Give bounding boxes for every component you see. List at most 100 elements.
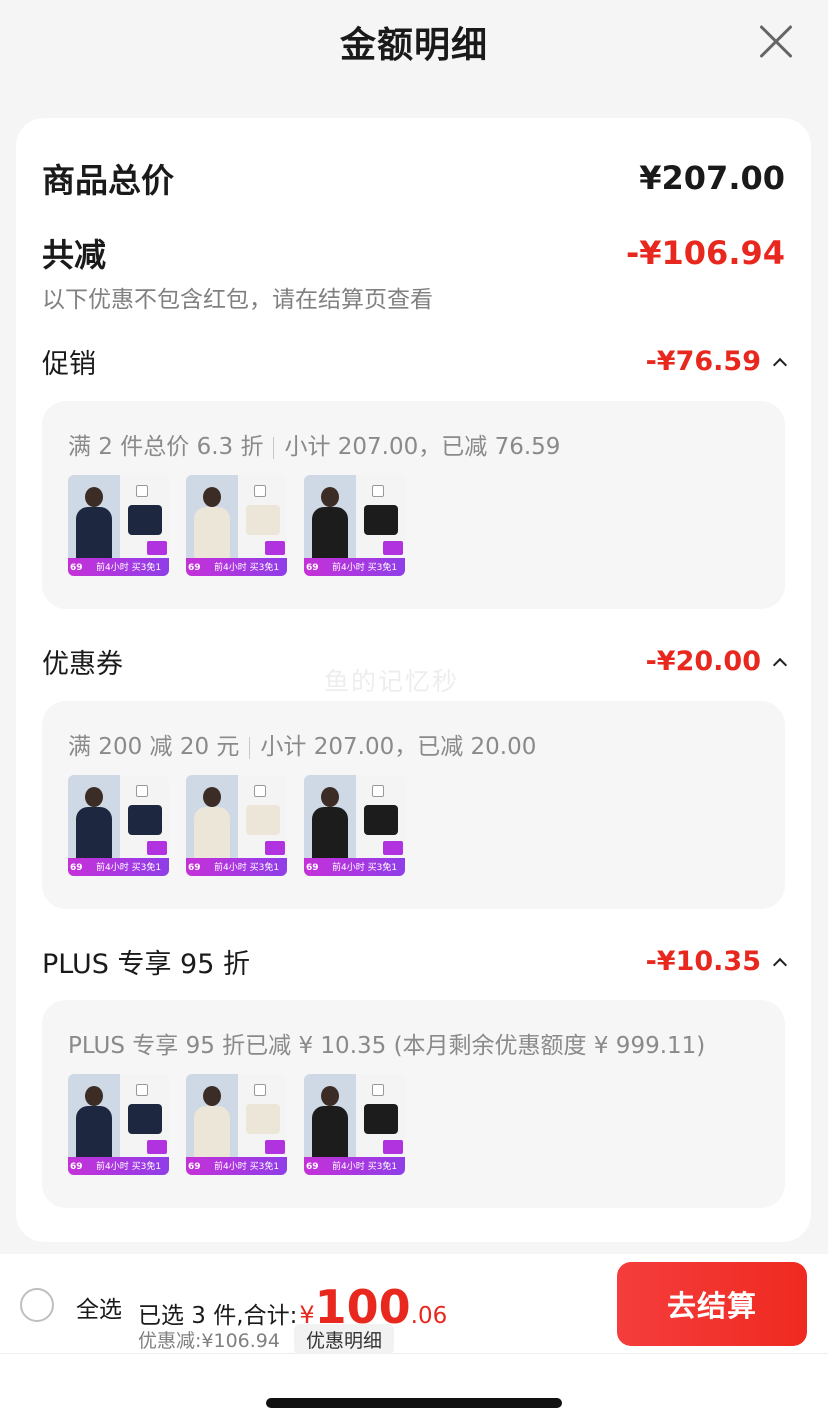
detail-subtotal: 小计 207.00，已减 76.59: [284, 434, 561, 460]
shirt-image: [128, 505, 162, 535]
shirt-image: [364, 805, 398, 835]
model-shirt: [194, 507, 230, 563]
model-head: [203, 1086, 221, 1106]
detail-rule: 满 2 件总价 6.3 折: [68, 434, 264, 460]
product-thumbnail[interactable]: 69 前4小时 买3免1: [68, 1074, 169, 1175]
product-price: 69: [306, 1162, 319, 1172]
coupon-detail: 满 200 减 20 元小计 207.00，已减 20.00 69 前4小时 买3…: [42, 701, 785, 909]
promo-badge: [147, 541, 167, 555]
model-shirt: [194, 1106, 230, 1162]
model-head: [203, 487, 221, 507]
home-area: [0, 1354, 828, 1426]
section-amount: -¥76.59: [645, 346, 761, 377]
promo-badge: [265, 1140, 285, 1154]
brand-tag-icon: [136, 1084, 148, 1096]
section-header-plus: PLUS 专享 95 折 -¥10.35: [42, 942, 788, 981]
model-shirt: [312, 1106, 348, 1162]
discount-note: 以下优惠不包含红包，请在结算页查看: [42, 287, 433, 313]
amount-detail-page: 金额明细 商品总价 ¥207.00 共减 -¥106.94 以下优惠不包含红包，…: [0, 0, 828, 1426]
product-thumbnail[interactable]: 69 前4小时 买3免1: [186, 1074, 287, 1175]
product-thumbnail[interactable]: 69 前4小时 买3免1: [68, 775, 169, 876]
product-thumbnail[interactable]: 69 前4小时 买3免1: [186, 475, 287, 576]
total-price-label: 商品总价: [42, 161, 174, 200]
promo-badge: [147, 1140, 167, 1154]
section-toggle[interactable]: -¥20.00: [646, 646, 788, 677]
checkout-bar: 全选 已选 3 件,合计: ¥ 100 .06 优惠减:¥106.94 优惠明细…: [0, 1254, 828, 1355]
detail-subtotal: 小计 207.00，已减 20.00: [260, 734, 537, 760]
promo-bar-text: 前4小时 买3免1: [332, 563, 398, 573]
product-thumbnail[interactable]: 69 前4小时 买3免1: [304, 475, 405, 576]
section-label: 优惠券: [42, 649, 123, 680]
model-head: [85, 487, 103, 507]
promo-badge: [383, 1140, 403, 1154]
total-amount-dec: .06: [410, 1303, 448, 1329]
close-icon[interactable]: [758, 24, 794, 60]
product-price: 69: [188, 1162, 201, 1172]
product-thumbnail[interactable]: 69 前4小时 买3免1: [186, 775, 287, 876]
promo-badge: [265, 841, 285, 855]
product-price: 69: [306, 863, 319, 873]
shirt-image: [364, 505, 398, 535]
model-head: [321, 487, 339, 507]
model-shirt: [312, 507, 348, 563]
select-all-label[interactable]: 全选: [76, 1290, 122, 1324]
promo-bar-text: 前4小时 买3免1: [214, 1162, 280, 1172]
model-head: [85, 787, 103, 807]
sheet-header: 金额明细: [0, 0, 828, 90]
section-header-promotion: 促销 -¥76.59: [42, 342, 788, 381]
home-indicator: [266, 1398, 562, 1408]
model-shirt: [194, 807, 230, 863]
promo-badge: [147, 841, 167, 855]
divider: [249, 736, 251, 759]
checkout-button[interactable]: 去结算: [617, 1262, 807, 1346]
model-shirt: [76, 507, 112, 563]
detail-text: PLUS 专享 95 折已减 ¥ 10.35 (本月剩余优惠额度 ¥ 999.1…: [68, 1026, 705, 1060]
product-price: 69: [188, 863, 201, 873]
chevron-up-icon: [772, 957, 788, 972]
detail-rule: PLUS 专享 95 折已减 ¥ 10.35 (本月剩余优惠额度 ¥ 999.1…: [68, 1033, 706, 1059]
detail-text: 满 2 件总价 6.3 折小计 207.00，已减 76.59: [68, 427, 560, 461]
total-row: 商品总价 ¥207.00: [42, 154, 785, 202]
section-label: PLUS 专享 95 折: [42, 949, 250, 980]
watermark: 鱼的记忆秒: [324, 667, 460, 696]
total-reduce-amount: -¥106.94: [625, 234, 785, 272]
product-price: 69: [188, 563, 201, 573]
promo-bar-text: 前4小时 买3免1: [332, 1162, 398, 1172]
product-thumbnail[interactable]: 69 前4小时 买3免1: [304, 1074, 405, 1175]
promo-bar-text: 前4小时 买3免1: [214, 863, 280, 873]
promotion-detail: 满 2 件总价 6.3 折小计 207.00，已减 76.59 69 前4小时 买…: [42, 401, 785, 609]
brand-tag-icon: [136, 485, 148, 497]
brand-tag-icon: [254, 1084, 266, 1096]
brand-tag-icon: [136, 785, 148, 797]
promo-badge: [383, 541, 403, 555]
section-amount: -¥10.35: [645, 946, 761, 977]
product-price: 69: [306, 563, 319, 573]
shirt-image: [128, 805, 162, 835]
brand-tag-icon: [254, 785, 266, 797]
discount-detail-button[interactable]: 优惠明细: [293, 1324, 394, 1355]
promo-bar-text: 前4小时 买3免1: [332, 863, 398, 873]
model-head: [321, 787, 339, 807]
brand-tag-icon: [372, 1084, 384, 1096]
product-thumbs: 69 前4小时 买3免1 69 前4小时 买3免1 69 前4小时 买3免1: [68, 475, 405, 576]
brand-tag-icon: [254, 485, 266, 497]
section-toggle[interactable]: -¥10.35: [645, 946, 788, 977]
product-thumbnail[interactable]: 69 前4小时 买3免1: [68, 475, 169, 576]
product-thumbnail[interactable]: 69 前4小时 买3免1: [304, 775, 405, 876]
shirt-image: [128, 1104, 162, 1134]
section-toggle[interactable]: -¥76.59: [645, 346, 788, 377]
divider: [273, 436, 275, 459]
select-all-radio[interactable]: [20, 1288, 54, 1322]
model-shirt: [76, 807, 112, 863]
page-title: 金额明细: [339, 25, 488, 66]
promo-badge: [265, 541, 285, 555]
detail-text: 满 200 减 20 元小计 207.00，已减 20.00: [68, 727, 536, 761]
promo-bar-text: 前4小时 买3免1: [96, 1162, 162, 1172]
shirt-image: [246, 805, 280, 835]
chevron-up-icon: [772, 357, 788, 372]
product-thumbs: 69 前4小时 买3免1 69 前4小时 买3免1 69 前4小时 买3免1: [68, 775, 405, 876]
promo-bar-text: 前4小时 买3免1: [96, 563, 162, 573]
total-reduce-label: 共减: [42, 236, 107, 274]
total-price-amount: ¥207.00: [639, 159, 785, 197]
brand-tag-icon: [372, 785, 384, 797]
